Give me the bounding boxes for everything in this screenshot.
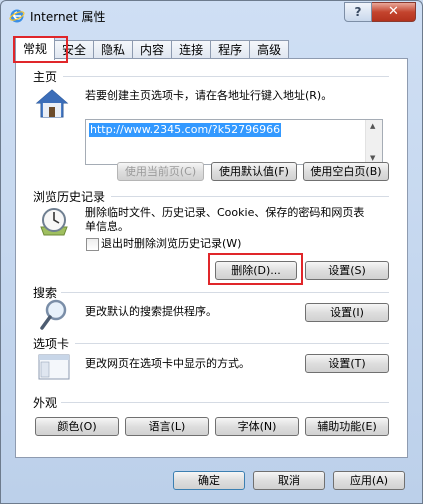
home-description: 若要创建主页选项卡，请在各地址行键入地址(R)。 bbox=[85, 89, 333, 102]
delete-on-exit-checkbox[interactable] bbox=[86, 238, 99, 251]
tab-programs[interactable]: 程序 bbox=[210, 40, 251, 59]
home-url-textbox[interactable]: http://www.2345.com/?k52796966 ▲ ▼ bbox=[85, 119, 383, 165]
url-scrollbar[interactable]: ▲ ▼ bbox=[365, 120, 382, 164]
home-heading: 主页 bbox=[33, 70, 58, 84]
appearance-heading: 外观 bbox=[33, 396, 58, 410]
close-button[interactable]: ✕ bbox=[372, 2, 416, 22]
home-icon bbox=[35, 89, 69, 118]
magnifier-icon bbox=[40, 299, 67, 330]
delete-on-exit-label: 退出时删除浏览历史记录(W) bbox=[101, 237, 242, 250]
tab-privacy[interactable]: 隐私 bbox=[93, 40, 134, 59]
help-button[interactable]: ? bbox=[344, 2, 372, 22]
tabs-description: 更改网页在选项卡中显示的方式。 bbox=[85, 357, 250, 370]
search-description: 更改默认的搜索提供程序。 bbox=[85, 305, 217, 318]
tabs-divider bbox=[75, 343, 389, 344]
highlight-general-tab bbox=[13, 36, 68, 63]
appearance-divider bbox=[61, 402, 389, 403]
title-bar: Internet 属性 bbox=[9, 6, 105, 26]
ok-button[interactable]: 确定 bbox=[173, 471, 245, 490]
window-title: Internet 属性 bbox=[30, 9, 106, 24]
home-divider bbox=[63, 76, 389, 77]
scroll-down-icon[interactable]: ▼ bbox=[370, 154, 375, 162]
colors-button[interactable]: 颜色(O) bbox=[35, 417, 119, 436]
accessibility-button[interactable]: 辅助功能(E) bbox=[305, 417, 389, 436]
tabs-settings-button[interactable]: 设置(T) bbox=[305, 354, 389, 373]
history-heading: 浏览历史记录 bbox=[33, 190, 106, 204]
use-current-button[interactable]: 使用当前页(C) bbox=[117, 162, 204, 181]
search-divider bbox=[61, 292, 389, 293]
highlight-delete-button bbox=[208, 253, 303, 285]
history-divider bbox=[111, 196, 389, 197]
tab-advanced[interactable]: 高级 bbox=[249, 40, 290, 59]
tabs-heading: 选项卡 bbox=[33, 337, 70, 351]
scroll-up-icon[interactable]: ▲ bbox=[370, 122, 375, 130]
history-settings-button[interactable]: 设置(S) bbox=[305, 261, 389, 280]
history-clock-icon bbox=[40, 208, 68, 236]
tab-connections[interactable]: 连接 bbox=[171, 40, 212, 59]
use-default-button[interactable]: 使用默认值(F) bbox=[211, 162, 297, 181]
apply-button[interactable]: 应用(A) bbox=[333, 471, 405, 490]
search-settings-button[interactable]: 设置(I) bbox=[305, 303, 389, 322]
tabs-window-icon bbox=[38, 354, 70, 380]
languages-button[interactable]: 语言(L) bbox=[125, 417, 209, 436]
use-blank-button[interactable]: 使用空白页(B) bbox=[303, 162, 389, 181]
home-url-value: http://www.2345.com/?k52796966 bbox=[89, 123, 282, 137]
cancel-button[interactable]: 取消 bbox=[253, 471, 325, 490]
fonts-button[interactable]: 字体(N) bbox=[215, 417, 299, 436]
history-description: 删除临时文件、历史记录、Cookie、保存的密码和网页表单信息。 bbox=[85, 206, 365, 233]
dialog-window: Internet 属性 ? ✕ 常规 安全 隐私 内容 连接 程序 高级 主页 … bbox=[0, 0, 423, 504]
tab-content[interactable]: 内容 bbox=[132, 40, 173, 59]
internet-explorer-icon bbox=[9, 9, 25, 23]
